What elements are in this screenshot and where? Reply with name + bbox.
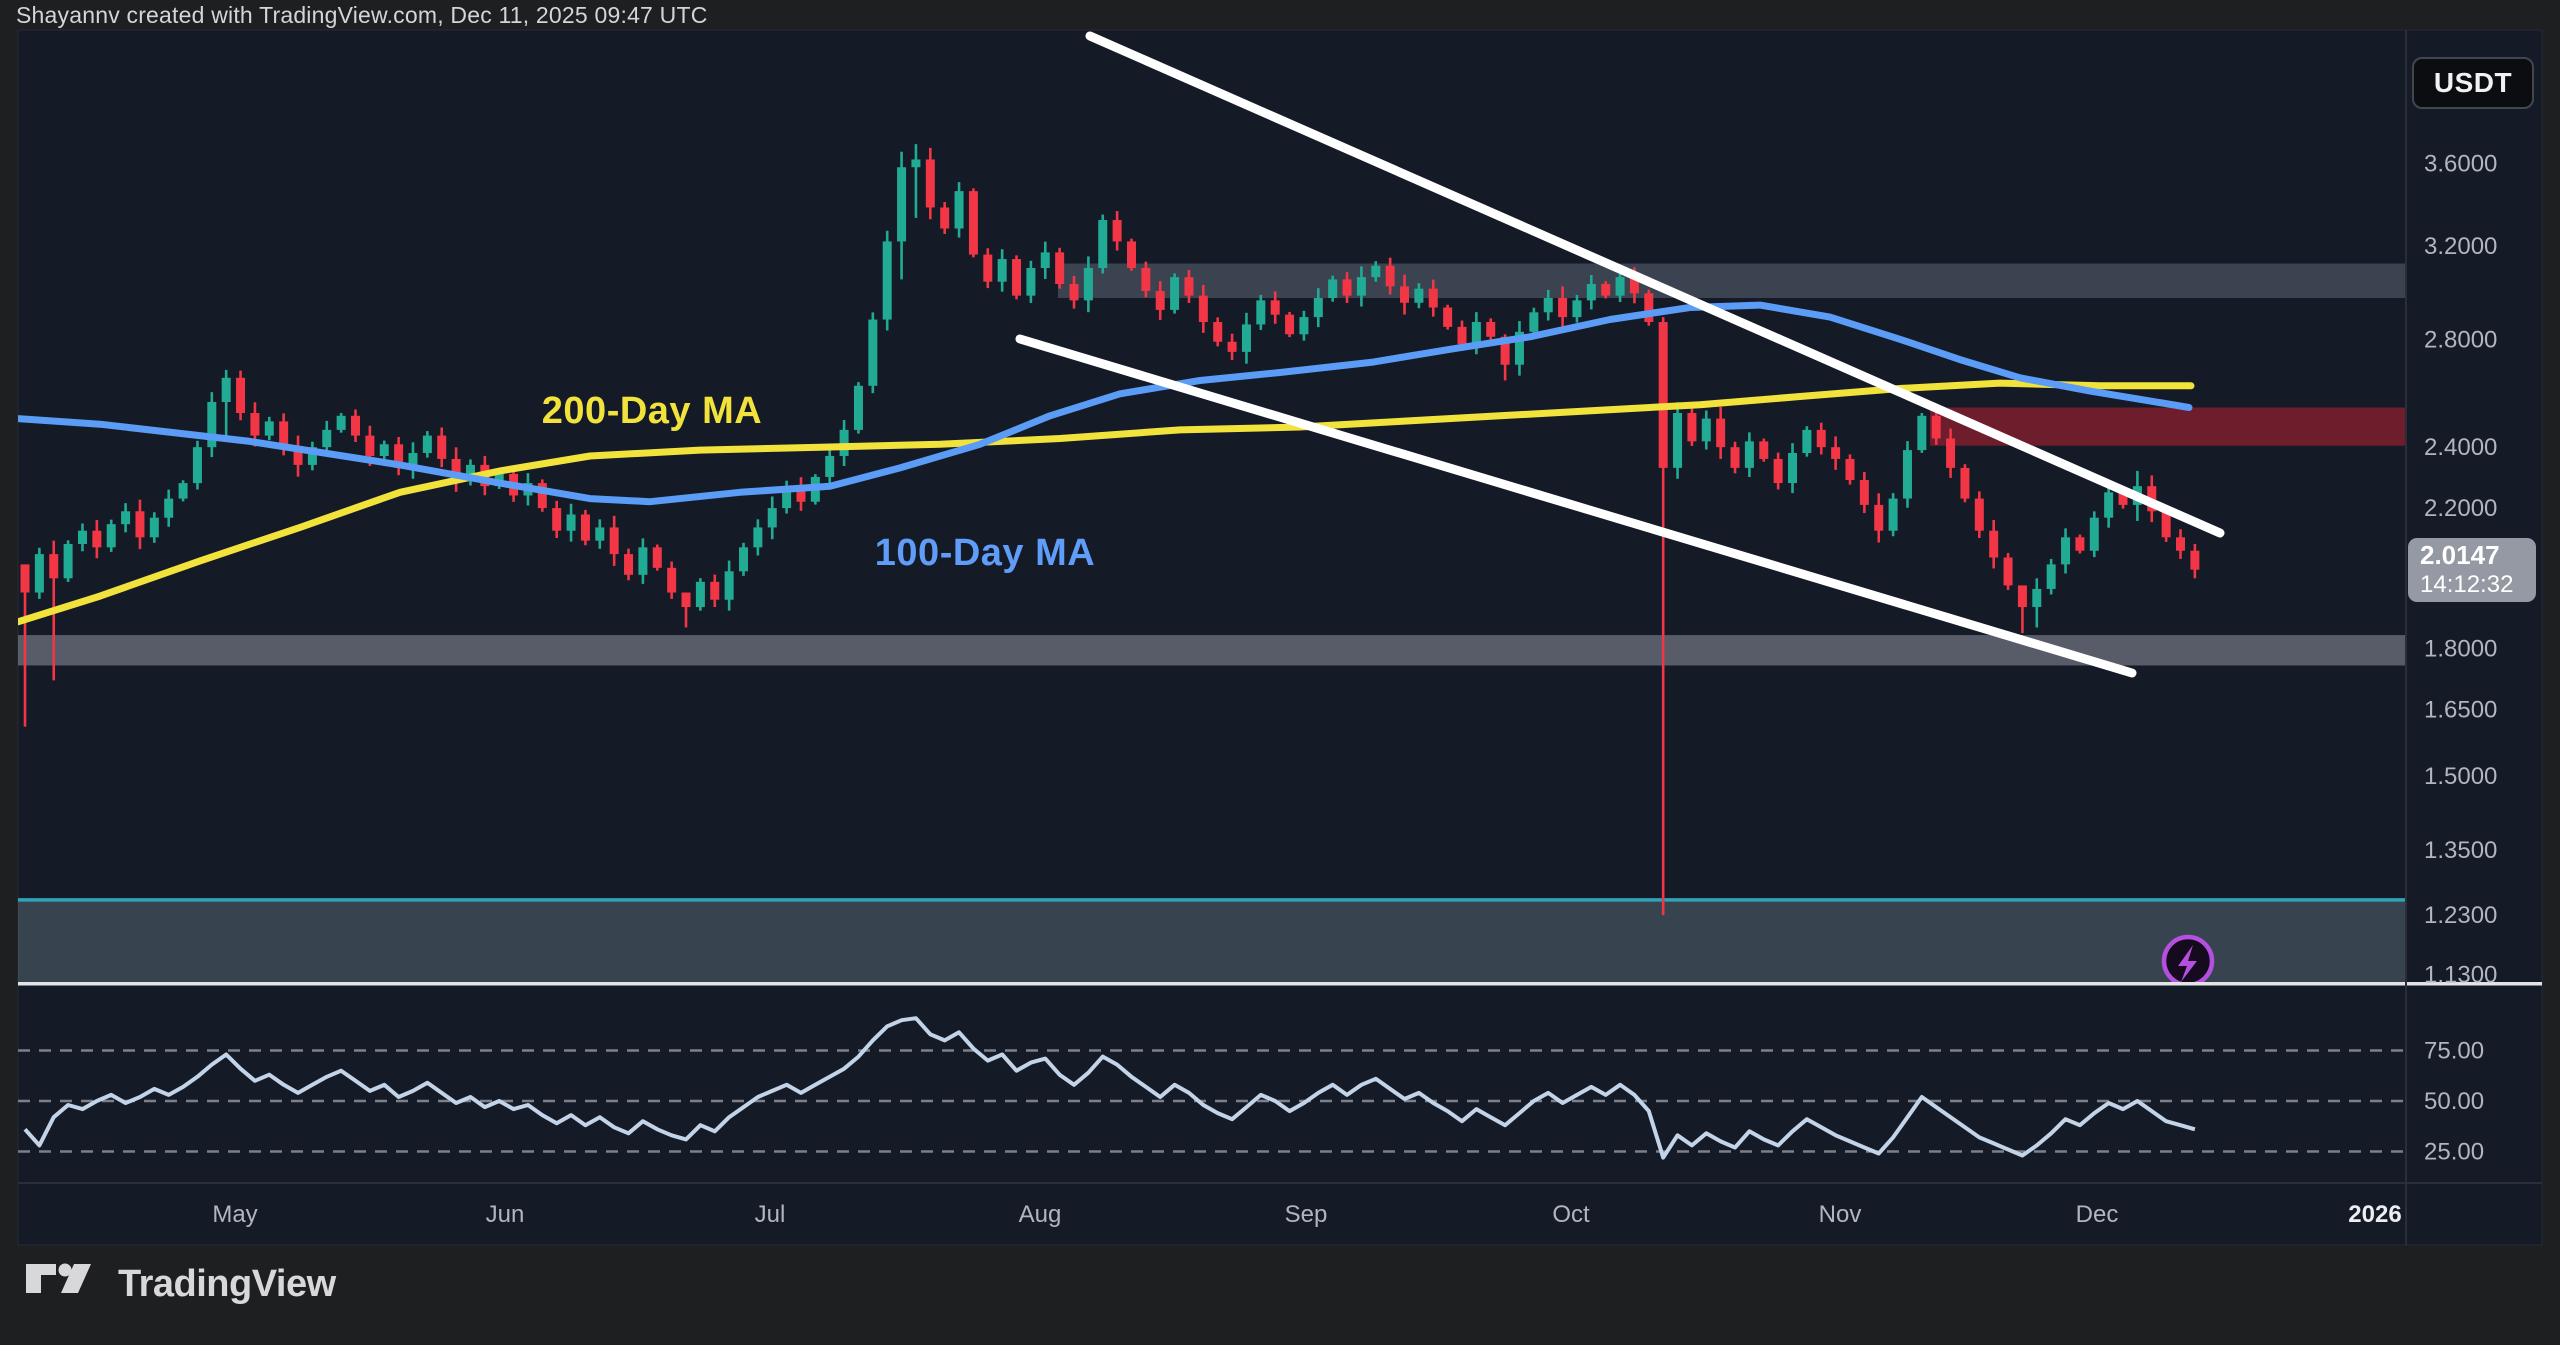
price-tick-2.2000: 2.2000 bbox=[2424, 495, 2497, 522]
price-tick-1.6500: 1.6500 bbox=[2424, 696, 2497, 723]
time-tick-Jun: Jun bbox=[486, 1201, 525, 1228]
price-tick-1.8000: 1.8000 bbox=[2424, 636, 2497, 663]
lightning-icon bbox=[2164, 937, 2212, 985]
tradingview-logo-icon bbox=[24, 1262, 104, 1306]
screenshot-stage: Shayannv created with TradingView.com, D… bbox=[0, 0, 2560, 1345]
tradingview-wordmark: TradingView bbox=[118, 1263, 336, 1306]
time-tick-May: May bbox=[212, 1201, 257, 1228]
time-tick-Dec: Dec bbox=[2076, 1201, 2119, 1228]
teal-support-zone bbox=[18, 900, 2406, 982]
price-tick-1.2300: 1.2300 bbox=[2424, 902, 2497, 929]
price-tick-3.2000: 3.2000 bbox=[2424, 233, 2497, 260]
price-tick-2.4000: 2.4000 bbox=[2424, 434, 2497, 461]
rsi-tick-75.00: 75.00 bbox=[2424, 1038, 2484, 1065]
time-tick-Sep: Sep bbox=[1285, 1201, 1328, 1228]
rsi-tick-50.00: 50.00 bbox=[2424, 1088, 2484, 1115]
time-tick-Oct: Oct bbox=[1552, 1201, 1590, 1228]
time-tick-2026: 2026 bbox=[2348, 1201, 2401, 1228]
price-tick-2.8000: 2.8000 bbox=[2424, 326, 2497, 353]
price-tick-3.6000: 3.6000 bbox=[2424, 150, 2497, 177]
time-tick-Nov: Nov bbox=[1819, 1201, 1862, 1228]
pane-separator[interactable] bbox=[18, 982, 2542, 986]
price-tick-1.1300: 1.1300 bbox=[2424, 961, 2497, 988]
price-tick-1.3500: 1.3500 bbox=[2424, 837, 2497, 864]
rsi-tick-25.00: 25.00 bbox=[2424, 1139, 2484, 1166]
price-chart[interactable]: 3.6000 3.2000 2.8000 2.4000 2.2000 1.8000 1.65… bbox=[0, 0, 2560, 1345]
time-tick-Jul: Jul bbox=[755, 1201, 786, 1228]
price-tick-1.5000: 1.5000 bbox=[2424, 763, 2497, 790]
resistance-zone bbox=[1058, 264, 2406, 298]
time-tick-Aug: Aug bbox=[1019, 1201, 1062, 1228]
rsi-scale[interactable]: 75.00 50.00 25.00 bbox=[2424, 1038, 2484, 1166]
tradingview-logo[interactable]: TradingView bbox=[24, 1262, 336, 1306]
